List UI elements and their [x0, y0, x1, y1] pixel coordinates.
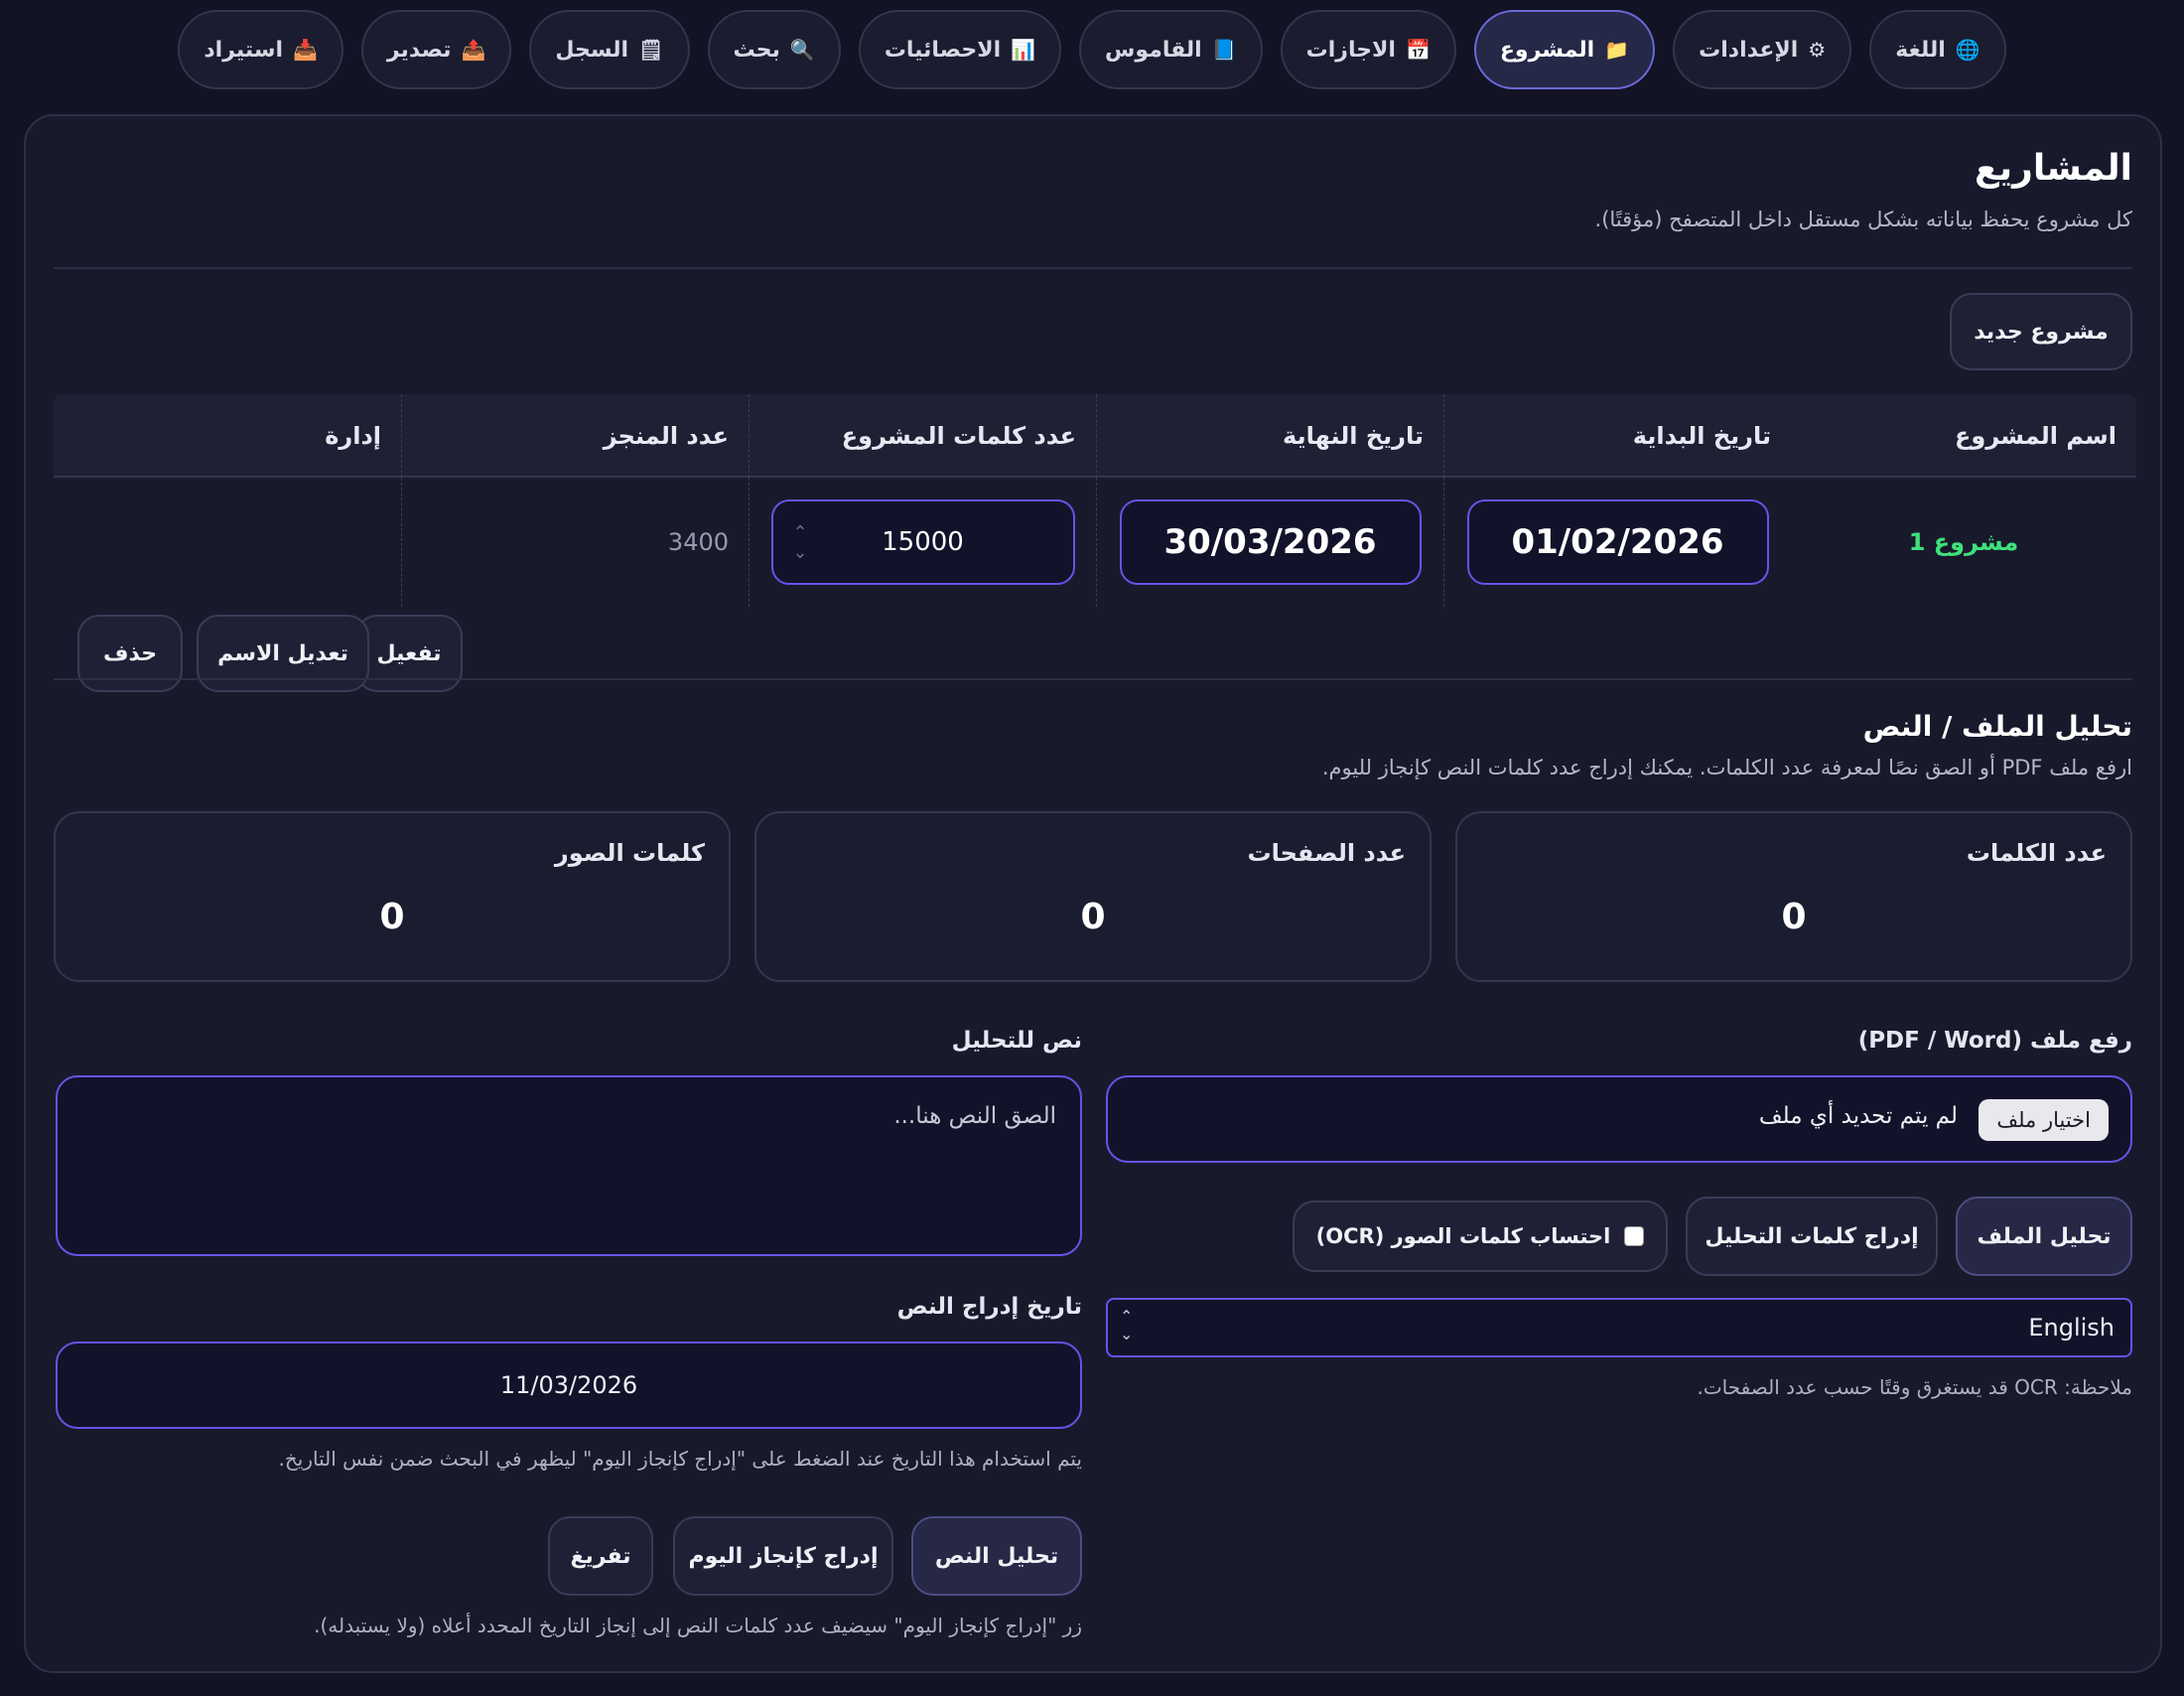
stat-value: 0	[1080, 897, 1106, 937]
stat-label: كلمات الصور	[554, 839, 705, 867]
tab-import[interactable]: 📥 استيراد	[178, 10, 343, 89]
stat-label: عدد الكلمات	[1966, 839, 2107, 867]
analysis-title: تحليل الملف / النص	[1862, 710, 2132, 743]
analyze-text-button[interactable]: تحليل النص	[911, 1516, 1082, 1596]
tab-label: المشروع	[1499, 37, 1595, 63]
tab-label: تصدير	[386, 37, 452, 63]
inbox-icon: 📥	[293, 38, 318, 62]
projects-panel: المشاريع كل مشروع يحفظ بياناته بشكل مستق…	[24, 114, 2162, 1673]
text-label: نص للتحليل	[951, 1028, 1082, 1054]
file-status: لم يتم تحديد أي ملف	[1758, 1103, 1958, 1129]
page-subtitle: كل مشروع يحفظ بياناته بشكل مستقل داخل ال…	[1594, 208, 2132, 231]
project-words-input[interactable]: 15000 ⌃ ⌄	[770, 499, 1075, 585]
notepad-icon: 🗒	[638, 38, 664, 62]
tab-label: الاجازات	[1305, 37, 1396, 63]
column-header: تاريخ البداية	[1443, 394, 1791, 478]
word-count-cell: 15000 ⌃ ⌄	[749, 478, 1096, 607]
stat-label: عدد الصفحات	[1247, 839, 1406, 867]
column-header: إدارة	[325, 422, 381, 450]
top-nav: 🌐 اللغة ⚙ الإعدادات 📁 المشروع 📅 الاجازات 📘 ال…	[0, 10, 2184, 89]
file-upload-label: رفع ملف (PDF / Word)	[1857, 1028, 2132, 1054]
stepper-arrows-icon[interactable]: ⌃ ⌄	[793, 523, 808, 563]
activate-button[interactable]: تفعيل	[355, 615, 463, 692]
tab-export[interactable]: 📤 تصدير	[360, 10, 512, 89]
rename-button[interactable]: تعديل الاسم	[197, 615, 369, 692]
tab-settings[interactable]: ⚙ الإعدادات	[1673, 10, 1852, 89]
delete-button[interactable]: حذف	[77, 615, 183, 692]
tab-log[interactable]: 🗒 السجل	[529, 10, 690, 89]
page-count-card: عدد الصفحات 0	[754, 811, 1432, 982]
ocr-label: احتساب كلمات الصور (OCR)	[1315, 1224, 1611, 1248]
tab-label: الإعدادات	[1699, 37, 1799, 63]
insert-analysis-words-button[interactable]: إدراج كلمات التحليل	[1686, 1197, 1938, 1276]
project-name[interactable]: مشروع 1	[1909, 528, 2019, 556]
stat-value: 0	[1781, 897, 1807, 937]
analyze-file-button[interactable]: تحليل الملف	[1956, 1197, 2132, 1276]
actions-cell	[54, 478, 401, 607]
image-words-card: كلمات الصور 0	[54, 811, 731, 982]
language-select[interactable]: English ⌃ ⌄	[1106, 1298, 2132, 1357]
search-icon: 🔍	[789, 38, 815, 62]
bar-chart-icon: 📊	[1011, 38, 1036, 62]
project-name-cell: مشروع 1	[1791, 478, 2136, 607]
choose-file-button[interactable]: اختيار ملف	[1979, 1099, 2109, 1141]
project-words-value: 15000	[882, 527, 964, 557]
ocr-note: ملاحظة: OCR قد يستغرق وقتًا حسب عدد الصف…	[1697, 1375, 2132, 1399]
start-date-input[interactable]: 01/02/2026	[1466, 499, 1769, 585]
tab-search[interactable]: 🔍 بحث	[707, 10, 841, 89]
tab-statistics[interactable]: 📊 الاحصائيات	[858, 10, 1062, 89]
analysis-description: ارفع ملف PDF أو الصق نصًا لمعرفة عدد الك…	[1321, 756, 2132, 779]
stat-value: 0	[379, 897, 405, 937]
tab-project[interactable]: 📁 المشروع	[1473, 10, 1656, 89]
ocr-checkbox[interactable]	[1624, 1226, 1645, 1246]
end-date-cell: 30/03/2026	[1096, 478, 1443, 607]
clear-button[interactable]: تفريغ	[548, 1516, 653, 1596]
tab-label: اللغة	[1895, 37, 1946, 63]
tab-label: الاحصائيات	[884, 37, 1002, 63]
text-placeholder: الصق النص هنا...	[893, 1103, 1056, 1129]
select-arrows-icon: ⌃ ⌄	[1120, 1307, 1134, 1343]
date-note: يتم استخدام هذا التاريخ عند الضغط على "إ…	[278, 1447, 1082, 1471]
tab-label: بحث	[733, 37, 780, 63]
start-date-cell: 01/02/2026	[1443, 478, 1791, 607]
divider	[54, 678, 2132, 680]
end-date-input[interactable]: 30/03/2026	[1119, 499, 1422, 585]
outbox-icon: 📤	[461, 38, 486, 62]
done-count: 3400	[667, 528, 729, 556]
text-input[interactable]: الصق النص هنا...	[56, 1075, 1082, 1256]
tab-label: استيراد	[204, 37, 284, 63]
column-header: اسم المشروع	[1955, 422, 2116, 450]
done-count-cell: 3400	[401, 478, 749, 607]
column-header: عدد كلمات المشروع	[749, 394, 1096, 478]
book-icon: 📘	[1211, 38, 1237, 62]
insert-date-input[interactable]: 11/03/2026	[56, 1342, 1082, 1429]
tab-label: السجل	[555, 37, 629, 63]
folder-icon: 📁	[1604, 38, 1630, 62]
column-header: عدد المنجز	[401, 394, 749, 478]
tab-label: القاموس	[1105, 37, 1202, 63]
page-title: المشاريع	[1975, 148, 2132, 189]
tab-holidays[interactable]: 📅 الاجازات	[1280, 10, 1456, 89]
insert-date-label: تاريخ إدراج النص	[896, 1294, 1082, 1320]
calendar-icon: 📅	[1405, 38, 1431, 62]
globe-icon: 🌐	[1955, 38, 1980, 62]
footer-note: زر "إدراج كإنجاز اليوم" سيضيف عدد كلمات …	[314, 1614, 1082, 1637]
tab-language[interactable]: 🌐 اللغة	[1869, 10, 2006, 89]
word-count-card: عدد الكلمات 0	[1455, 811, 2132, 982]
gear-icon: ⚙	[1808, 38, 1827, 62]
projects-table: اسم المشروع تاريخ البداية تاريخ النهاية …	[54, 394, 2136, 692]
insert-today-button[interactable]: إدراج كإنجاز اليوم	[673, 1516, 893, 1596]
file-input[interactable]: اختيار ملف لم يتم تحديد أي ملف	[1106, 1075, 2132, 1163]
ocr-toggle[interactable]: احتساب كلمات الصور (OCR)	[1293, 1201, 1668, 1272]
language-value: English	[2028, 1314, 2115, 1342]
new-project-button[interactable]: مشروع جديد	[1950, 293, 2132, 370]
tab-dictionary[interactable]: 📘 القاموس	[1079, 10, 1263, 89]
column-header: تاريخ النهاية	[1096, 394, 1443, 478]
divider	[54, 267, 2132, 269]
